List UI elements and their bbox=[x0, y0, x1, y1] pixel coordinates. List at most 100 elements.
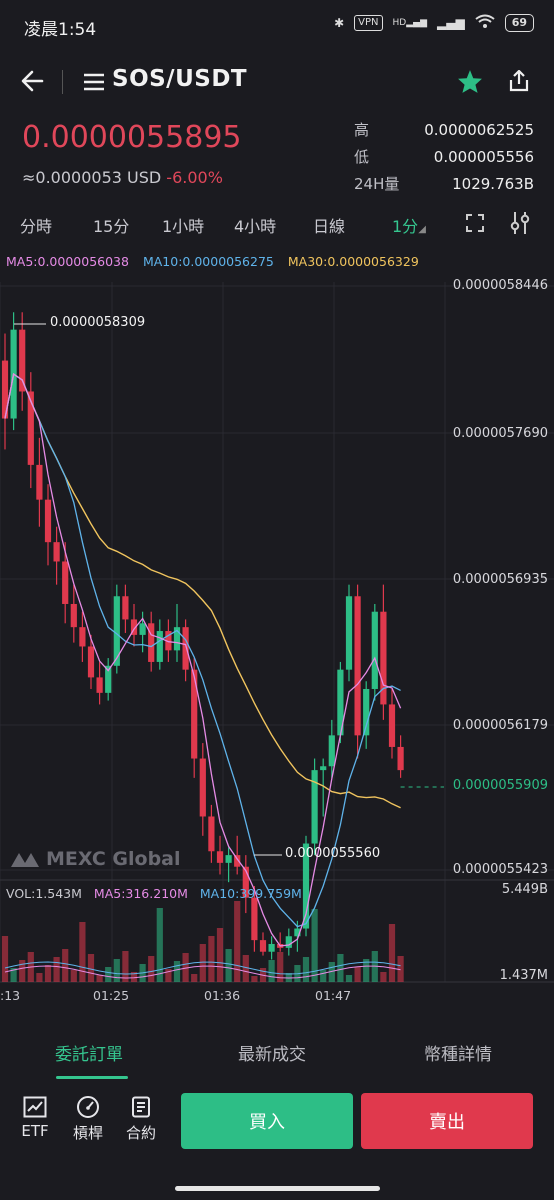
tab-open-orders[interactable]: 委託訂單 bbox=[55, 1040, 123, 1065]
usd-price-line: ≈0.0000053 USD -6.00% bbox=[22, 168, 223, 187]
time-axis-label: 01:25 bbox=[93, 988, 130, 1003]
candle-body bbox=[191, 669, 198, 759]
fullscreen-icon bbox=[466, 214, 484, 232]
last-price: 0.0000055895 bbox=[22, 120, 242, 155]
pair-menu-button[interactable] bbox=[80, 68, 108, 96]
home-indicator bbox=[175, 1186, 380, 1191]
interval-tabs: 分時 15分 1小時 4小時 日線 1分◢ bbox=[0, 205, 554, 243]
volume-bar bbox=[87, 954, 95, 982]
candle-body bbox=[70, 603, 77, 628]
status-time: 凌晨1:54 bbox=[24, 20, 97, 40]
candle-body bbox=[208, 816, 215, 852]
candle-body bbox=[397, 746, 404, 771]
wifi-icon bbox=[475, 14, 495, 32]
share-button[interactable] bbox=[504, 66, 534, 96]
candle-body bbox=[251, 897, 258, 941]
star-icon bbox=[458, 69, 482, 93]
volume-bar bbox=[268, 960, 275, 982]
menu-icon bbox=[84, 73, 104, 91]
bluetooth-icon: ✱ bbox=[334, 16, 345, 30]
sell-button[interactable]: 賣出 bbox=[361, 1093, 533, 1149]
volume-bar bbox=[96, 975, 103, 982]
volume-bar bbox=[53, 957, 60, 982]
price-axis-label: 0.0000057690 bbox=[452, 426, 548, 441]
buy-button[interactable]: 買入 bbox=[181, 1093, 353, 1149]
vol-ma10-legend: MA10:399.759M bbox=[199, 886, 302, 901]
low-marker-label: 0.0000055560 bbox=[285, 846, 381, 861]
tab-latest-trades[interactable]: 最新成交 bbox=[238, 1040, 306, 1065]
candle-body bbox=[345, 596, 353, 670]
candle-body bbox=[388, 704, 396, 747]
tab-1h[interactable]: 1小時 bbox=[162, 213, 204, 237]
candle-body bbox=[87, 646, 95, 678]
candle-body bbox=[363, 688, 370, 736]
volume-bar bbox=[337, 954, 344, 982]
candle-body bbox=[148, 623, 155, 662]
volume-bar bbox=[216, 928, 224, 982]
tab-4h[interactable]: 4小時 bbox=[234, 213, 276, 237]
volume-axis-bottom: 1.437M bbox=[499, 968, 548, 983]
indicator-settings-button[interactable] bbox=[509, 211, 531, 239]
settings-sliders-icon bbox=[510, 212, 530, 234]
status-icons: ✱ VPN HD▂▄▆ ▂▄▆ 69 bbox=[334, 14, 534, 32]
share-icon bbox=[509, 70, 529, 92]
vol-legend: VOL:1.543M bbox=[6, 886, 82, 901]
document-icon bbox=[132, 1096, 150, 1118]
volume-24h-label: 24H量 bbox=[354, 175, 400, 193]
active-tab-underline bbox=[56, 1076, 128, 1079]
leverage-button[interactable]: 槓桿 bbox=[65, 1096, 111, 1143]
candle-body bbox=[328, 735, 335, 767]
candle-body bbox=[62, 561, 69, 604]
etf-button[interactable]: ETF bbox=[12, 1096, 58, 1140]
contract-label: 合約 bbox=[125, 1124, 156, 1142]
tab-15m[interactable]: 15分 bbox=[93, 213, 129, 237]
back-button[interactable] bbox=[16, 66, 48, 96]
gauge-icon bbox=[77, 1096, 99, 1118]
tab-coin-details[interactable]: 幣種詳情 bbox=[424, 1040, 492, 1065]
pair-title[interactable]: SOS/USDT bbox=[112, 66, 247, 92]
volume-bar bbox=[122, 951, 129, 982]
tab-time-sharing[interactable]: 分時 bbox=[20, 213, 52, 237]
candle-body bbox=[268, 943, 275, 952]
watermark-text: MEXC Global bbox=[46, 848, 181, 870]
signal-icon: ▂▄▆ bbox=[437, 16, 465, 30]
low-label: 低 bbox=[354, 148, 370, 166]
price-axis-label: 0.0000056935 bbox=[452, 572, 548, 587]
etf-label: ETF bbox=[21, 1122, 49, 1140]
volume-bar bbox=[251, 976, 258, 982]
volume-bar bbox=[208, 936, 215, 982]
volume-bar bbox=[199, 944, 206, 982]
candle-body bbox=[216, 851, 224, 863]
price-axis-label: 0.0000055423 bbox=[452, 862, 548, 877]
volume-bar bbox=[44, 965, 52, 982]
contract-button[interactable]: 合約 bbox=[118, 1096, 164, 1143]
favorite-button[interactable] bbox=[454, 66, 486, 96]
candle-body bbox=[19, 329, 26, 392]
volume-bar bbox=[354, 967, 361, 982]
candle-body bbox=[259, 940, 267, 952]
volume-bar bbox=[70, 970, 77, 982]
vpn-badge: VPN bbox=[354, 15, 383, 31]
ma10-line bbox=[4, 373, 401, 928]
candle-body bbox=[139, 623, 146, 635]
tab-1m-label: 1分 bbox=[392, 217, 419, 236]
candle-body bbox=[225, 855, 232, 863]
volume-bar bbox=[79, 922, 86, 982]
kline-chart[interactable]: MA5:0.0000056038 MA10:0.0000056275 MA30:… bbox=[0, 246, 554, 1016]
candle-body bbox=[182, 627, 189, 670]
time-axis-label: :13 bbox=[0, 988, 21, 1003]
candle-body bbox=[320, 766, 327, 771]
volume-legend: VOL:1.543M MA5:316.210M MA10:399.759M bbox=[6, 886, 302, 901]
volume-bar bbox=[320, 970, 327, 982]
tab-daily[interactable]: 日線 bbox=[313, 213, 345, 237]
volume-bar bbox=[388, 924, 396, 982]
tab-1m[interactable]: 1分◢ bbox=[392, 213, 426, 237]
volume-bar bbox=[242, 955, 249, 982]
candle-body bbox=[96, 677, 103, 693]
fullscreen-button[interactable] bbox=[465, 213, 485, 237]
volume-bar bbox=[36, 973, 43, 982]
status-bar: 凌晨1:54 ✱ VPN HD▂▄▆ ▂▄▆ 69 bbox=[0, 0, 554, 50]
bottom-tabs: 委託訂單 最新成交 幣種詳情 bbox=[0, 1030, 554, 1082]
candle-body bbox=[53, 542, 60, 562]
watermark: MEXC Global bbox=[10, 848, 181, 870]
